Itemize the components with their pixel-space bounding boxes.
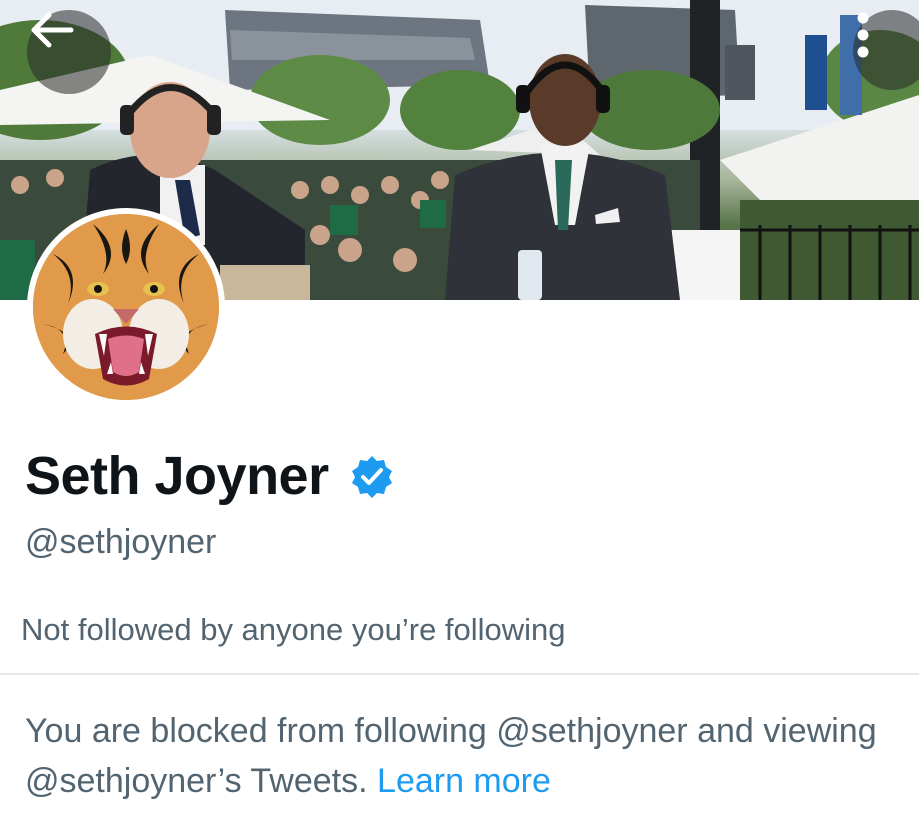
profile-name: Seth Joyner <box>25 446 329 506</box>
back-button[interactable] <box>27 10 111 94</box>
followed-by-text[interactable]: Not followed by anyone you’re following <box>21 610 566 650</box>
more-vertical-icon <box>857 12 869 58</box>
verified-badge-icon[interactable] <box>349 454 395 500</box>
profile-avatar[interactable] <box>27 208 225 406</box>
profile-handle: @sethjoyner <box>25 523 217 561</box>
divider <box>0 673 919 675</box>
profile-page: Seth Joyner @sethjoyner Not followed by … <box>0 0 919 829</box>
learn-more-link[interactable]: Learn more <box>377 762 551 800</box>
blocked-notice: You are blocked from following @sethjoyn… <box>25 706 905 806</box>
arrow-left-icon <box>31 12 74 48</box>
profile-name-row: Seth Joyner <box>25 444 395 508</box>
tiger-avatar-image <box>33 214 219 400</box>
